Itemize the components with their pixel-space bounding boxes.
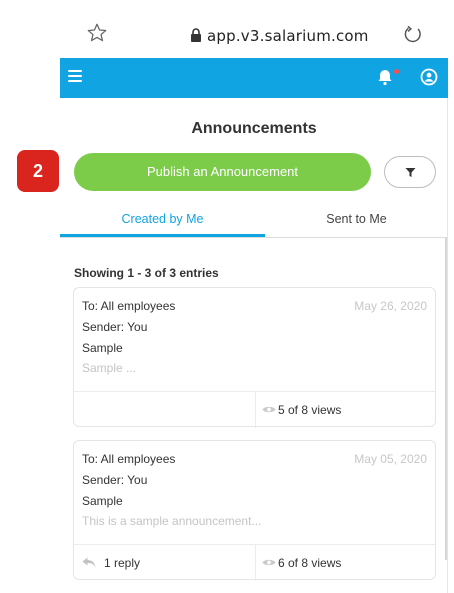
url-display[interactable]: app.v3.salarium.com — [190, 27, 369, 45]
publish-announcement-button[interactable]: Publish an Announcement — [74, 153, 371, 191]
views-count[interactable]: 6 of 8 views — [262, 556, 341, 570]
star-icon[interactable] — [86, 22, 108, 44]
lock-icon — [191, 28, 201, 42]
filter-button[interactable] — [384, 156, 436, 188]
bell-icon[interactable] — [376, 68, 394, 86]
announcement-subject: Sample — [82, 494, 123, 508]
filter-icon — [405, 168, 416, 177]
url-text: app.v3.salarium.com — [207, 27, 369, 45]
scrollbar-thumb[interactable] — [445, 238, 447, 560]
recipient-text: To: All employees — [82, 299, 176, 313]
recipient-text: To: All employees — [82, 452, 176, 466]
tab-created-by-me[interactable]: Created by Me — [60, 205, 265, 237]
user-icon[interactable] — [420, 68, 438, 86]
tab-bar: Created by Me Sent to Me — [60, 205, 448, 238]
eye-icon — [262, 559, 276, 566]
step-badge: 2 — [17, 150, 59, 192]
announcement-date: May 05, 2020 — [354, 452, 427, 466]
announcement-date: May 26, 2020 — [354, 299, 427, 313]
tab-sent-to-me[interactable]: Sent to Me — [265, 205, 448, 237]
eye-icon — [262, 406, 276, 413]
footer-divider — [255, 392, 256, 428]
reply-count[interactable]: 1 reply — [82, 556, 140, 570]
card-footer: 5 of 8 views — [74, 391, 435, 428]
reply-icon — [82, 557, 96, 568]
views-label: 5 of 8 views — [278, 403, 342, 417]
reply-label: 1 reply — [104, 556, 141, 570]
entries-count: Showing 1 - 3 of 3 entries — [74, 266, 219, 280]
announcement-card[interactable]: To: All employees May 05, 2020 Sender: Y… — [73, 440, 436, 581]
reload-icon[interactable] — [402, 24, 424, 46]
notification-dot — [394, 69, 399, 74]
announcement-subject: Sample — [82, 341, 123, 355]
footer-divider — [255, 545, 256, 581]
views-label: 6 of 8 views — [278, 556, 342, 570]
sender-text: Sender: You — [82, 473, 148, 487]
card-footer: 1 reply 6 of 8 views — [74, 544, 435, 581]
views-count[interactable]: 5 of 8 views — [262, 403, 341, 417]
announcement-card[interactable]: To: All employees May 26, 2020 Sender: Y… — [73, 287, 436, 428]
sender-text: Sender: You — [82, 320, 148, 334]
page-title: Announcements — [191, 120, 317, 137]
app-header — [60, 58, 448, 98]
browser-address-bar: app.v3.salarium.com — [0, 0, 454, 58]
announcement-preview: This is a sample announcement... — [82, 514, 262, 528]
hamburger-icon[interactable] — [68, 70, 82, 84]
announcement-preview: Sample ... — [82, 361, 137, 375]
